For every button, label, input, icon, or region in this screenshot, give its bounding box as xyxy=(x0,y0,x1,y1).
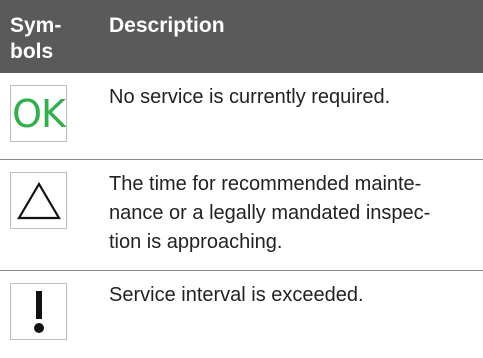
table-row: The time for recommended mainte- nance o… xyxy=(0,160,483,271)
table-row: OK No service is currently required. xyxy=(0,73,483,160)
symbol-cell xyxy=(0,271,99,358)
ok-symbol-text: OK xyxy=(12,91,66,136)
service-symbols-table: Sym- bols Description OK No service is c… xyxy=(0,0,483,358)
symbols-column-header: Sym- bols xyxy=(10,14,62,63)
description-cell: Service interval is exceeded. xyxy=(109,284,364,306)
symbol-cell: OK xyxy=(0,73,99,159)
exclamation-icon xyxy=(10,283,67,340)
table-header: Sym- bols Description xyxy=(0,0,483,73)
triangle-outline-icon xyxy=(16,181,61,219)
warning-triangle-icon xyxy=(10,172,67,229)
description-cell: No service is currently required. xyxy=(109,86,391,108)
ok-icon: OK xyxy=(10,85,67,142)
exclamation-mark-icon xyxy=(33,290,44,333)
table-row: Service interval is exceeded. xyxy=(0,271,483,358)
symbol-cell xyxy=(0,160,99,270)
description-column-header: Description xyxy=(109,14,225,37)
description-cell: The time for recommended mainte- nance o… xyxy=(109,173,431,253)
